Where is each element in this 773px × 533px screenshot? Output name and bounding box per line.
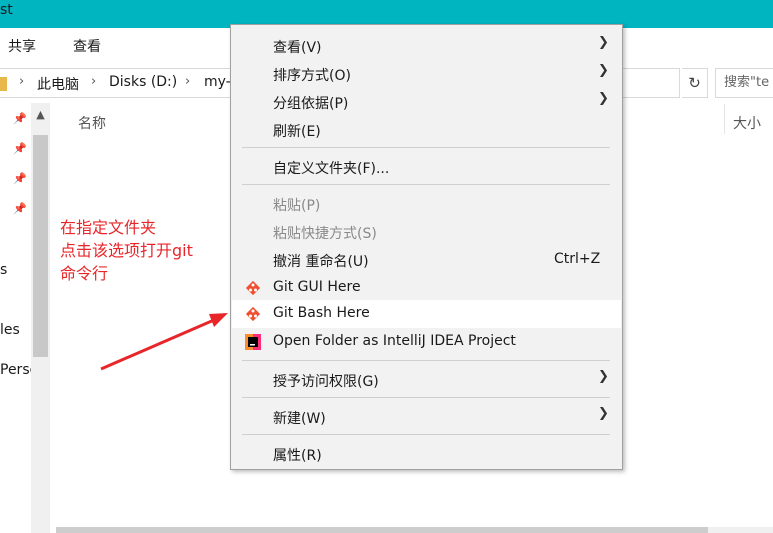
menu-item-git-gui[interactable]: Git GUI Here bbox=[232, 274, 621, 302]
menu-item-intellij[interactable]: Open Folder as IntelliJ IDEA Project bbox=[232, 328, 621, 356]
menu-item-git-bash[interactable]: Git Bash Here bbox=[232, 300, 621, 328]
menu-item-label: 属性(R) bbox=[273, 448, 322, 464]
chevron-right-icon: ❯ bbox=[598, 369, 609, 384]
menu-item-group[interactable]: 分组依据(P) ❯ bbox=[232, 88, 621, 116]
menu-item-view[interactable]: 查看(V) ❯ bbox=[232, 32, 621, 60]
menu-item-undo-rename[interactable]: 撤消 重命名(U) Ctrl+Z bbox=[232, 246, 621, 274]
menu-item-label: 粘贴(P) bbox=[273, 198, 321, 214]
menu-item-sort[interactable]: 排序方式(O) ❯ bbox=[232, 60, 621, 88]
menu-item-paste: 粘贴(P) bbox=[232, 190, 621, 218]
menu-item-refresh[interactable]: 刷新(E) bbox=[232, 116, 621, 144]
menu-item-label: 粘贴快捷方式(S) bbox=[273, 226, 377, 242]
menu-item-label: Git GUI Here bbox=[273, 279, 361, 295]
chevron-right-icon: ❯ bbox=[598, 63, 609, 78]
chevron-right-icon: ❯ bbox=[598, 406, 609, 421]
menu-item-properties[interactable]: 属性(R) bbox=[232, 440, 621, 468]
menu-item-customize-folder[interactable]: 自定义文件夹(F)... bbox=[232, 153, 621, 181]
menu-item-label: 排序方式(O) bbox=[273, 68, 351, 84]
menu-item-label: Open Folder as IntelliJ IDEA Project bbox=[273, 333, 516, 349]
menu-item-label: 查看(V) bbox=[273, 40, 322, 56]
menu-item-paste-shortcut: 粘贴快捷方式(S) bbox=[232, 218, 621, 246]
chevron-right-icon: ❯ bbox=[598, 91, 609, 106]
menu-separator bbox=[242, 397, 610, 398]
menu-separator bbox=[242, 147, 610, 148]
menu-item-label: 新建(W) bbox=[273, 411, 326, 427]
menu-item-label: 授予访问权限(G) bbox=[273, 374, 379, 390]
menu-item-new[interactable]: 新建(W) ❯ bbox=[232, 403, 621, 431]
menu-separator bbox=[242, 360, 610, 361]
menu-item-label: 自定义文件夹(F)... bbox=[273, 161, 390, 177]
menu-separator bbox=[242, 434, 610, 435]
git-icon bbox=[245, 306, 261, 322]
intellij-icon bbox=[245, 334, 261, 350]
menu-item-label: 撤消 重命名(U) bbox=[273, 254, 369, 270]
chevron-right-icon: ❯ bbox=[598, 35, 609, 50]
menu-item-label: 刷新(E) bbox=[273, 124, 321, 140]
git-icon bbox=[245, 280, 261, 296]
shortcut-label: Ctrl+Z bbox=[554, 251, 601, 267]
menu-separator bbox=[242, 184, 610, 185]
menu-item-grant-access[interactable]: 授予访问权限(G) ❯ bbox=[232, 366, 621, 394]
menu-item-label: 分组依据(P) bbox=[273, 96, 349, 112]
context-menu: 查看(V) ❯ 排序方式(O) ❯ 分组依据(P) ❯ 刷新(E) 自定义文件夹… bbox=[230, 24, 623, 470]
menu-item-label: Git Bash Here bbox=[273, 305, 370, 321]
